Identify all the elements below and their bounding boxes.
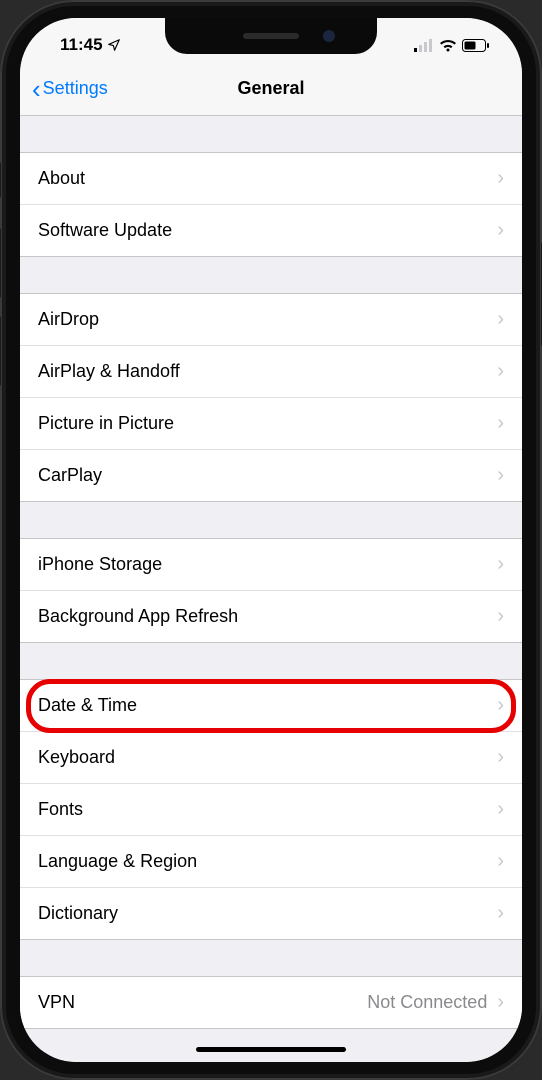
chevron-right-icon: › [497, 219, 504, 242]
screen: 11:45 [20, 18, 522, 1062]
chevron-right-icon: › [497, 850, 504, 873]
chevron-right-icon: › [497, 605, 504, 628]
volume-down-button [0, 316, 1, 386]
chevron-right-icon: › [497, 553, 504, 576]
volume-up-button [0, 228, 1, 298]
row-carplay[interactable]: CarPlay › [20, 450, 522, 501]
row-label: Fonts [38, 799, 83, 820]
row-language-region[interactable]: Language & Region › [20, 836, 522, 888]
row-accessory: › [497, 553, 504, 576]
chevron-left-icon: ‹ [32, 76, 41, 102]
row-label: iPhone Storage [38, 554, 162, 575]
content[interactable]: About›Software Update›AirDrop›AirPlay & … [20, 116, 522, 1062]
row-accessory: › [497, 605, 504, 628]
row-airdrop[interactable]: AirDrop › [20, 294, 522, 346]
chevron-right-icon: › [497, 694, 504, 717]
notch [165, 18, 377, 54]
row-vpn[interactable]: VPN Not Connected › [20, 977, 522, 1028]
row-detail: Not Connected [367, 992, 487, 1013]
chevron-right-icon: › [497, 746, 504, 769]
settings-group: About › Software Update › [20, 152, 522, 257]
row-software-update[interactable]: Software Update › [20, 205, 522, 256]
row-label: CarPlay [38, 465, 102, 486]
row-picture-in-picture[interactable]: Picture in Picture › [20, 398, 522, 450]
row-accessory: › [497, 746, 504, 769]
battery-icon [462, 39, 490, 52]
chevron-right-icon: › [497, 798, 504, 821]
chevron-right-icon: › [497, 902, 504, 925]
row-accessory: › [497, 464, 504, 487]
row-label: About [38, 168, 85, 189]
wifi-icon [439, 39, 457, 52]
location-icon [107, 38, 121, 52]
chevron-right-icon: › [497, 308, 504, 331]
home-indicator[interactable] [196, 1047, 346, 1052]
row-accessory: › [497, 412, 504, 435]
row-accessory: › [497, 308, 504, 331]
row-accessory: › [497, 167, 504, 190]
chevron-right-icon: › [497, 167, 504, 190]
settings-group: AirDrop›AirPlay & Handoff›Picture in Pic… [20, 293, 522, 502]
row-keyboard[interactable]: Keyboard › [20, 732, 522, 784]
back-button[interactable]: ‹ Settings [32, 76, 108, 102]
row-label: Language & Region [38, 851, 197, 872]
chevron-right-icon: › [497, 991, 504, 1014]
row-fonts[interactable]: Fonts › [20, 784, 522, 836]
row-label: Date & Time [38, 695, 137, 716]
page-title: General [237, 78, 304, 99]
chevron-right-icon: › [497, 360, 504, 383]
device-frame: 11:45 [0, 0, 542, 1080]
chevron-right-icon: › [497, 464, 504, 487]
row-accessory: › [497, 219, 504, 242]
status-time: 11:45 [60, 35, 103, 55]
row-label: VPN [38, 992, 75, 1013]
speaker-grille [243, 33, 299, 39]
row-accessory: › [497, 798, 504, 821]
row-label: AirPlay & Handoff [38, 361, 180, 382]
row-date-time[interactable]: Date & Time › [20, 680, 522, 732]
settings-group: iPhone Storage › Background App Refresh › [20, 538, 522, 643]
settings-group: VPN Not Connected › [20, 976, 522, 1029]
row-airplay-handoff[interactable]: AirPlay & Handoff › [20, 346, 522, 398]
row-iphone-storage[interactable]: iPhone Storage › [20, 539, 522, 591]
front-camera [323, 30, 335, 42]
row-label: Keyboard [38, 747, 115, 768]
row-accessory: › [497, 902, 504, 925]
row-label: Software Update [38, 220, 172, 241]
row-label: Dictionary [38, 903, 118, 924]
row-accessory: › [497, 850, 504, 873]
row-label: Picture in Picture [38, 413, 174, 434]
row-about[interactable]: About › [20, 153, 522, 205]
row-accessory: Not Connected › [367, 991, 504, 1014]
settings-group: Date & Time›Keyboard›Fonts›Language & Re… [20, 679, 522, 940]
row-label: Background App Refresh [38, 606, 238, 627]
back-label: Settings [43, 78, 108, 99]
cellular-signal-icon [414, 39, 434, 52]
row-accessory: › [497, 360, 504, 383]
row-label: AirDrop [38, 309, 99, 330]
row-dictionary[interactable]: Dictionary › [20, 888, 522, 939]
mute-switch [0, 162, 1, 198]
nav-bar: ‹ Settings General [20, 62, 522, 116]
row-accessory: › [497, 694, 504, 717]
row-background-app-refresh[interactable]: Background App Refresh › [20, 591, 522, 642]
chevron-right-icon: › [497, 412, 504, 435]
